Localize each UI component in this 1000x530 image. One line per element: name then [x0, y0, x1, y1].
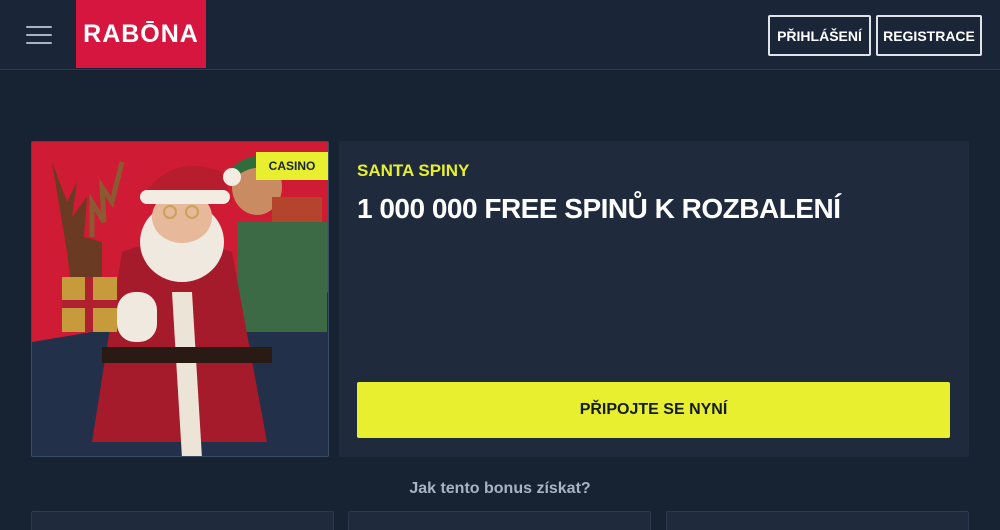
promo-panel: SANTA SPINY 1 000 000 FREE SPINŮ K ROZBA…	[339, 141, 969, 457]
step-card	[666, 511, 969, 530]
promo-illustration: CASINO	[31, 141, 329, 457]
promo-subtitle: SANTA SPINY	[357, 161, 470, 180]
hamburger-menu-icon[interactable]	[26, 24, 54, 46]
casino-badge: CASINO	[256, 152, 328, 180]
promo-title: 1 000 000 FREE SPINŮ K ROZBALENÍ	[357, 193, 841, 224]
login-button[interactable]: PŘIHLÁŠENÍ	[768, 15, 871, 56]
top-header: RABŌNA PŘIHLÁŠENÍ REGISTRACE	[0, 0, 1000, 70]
step-card	[31, 511, 334, 530]
step-card	[348, 511, 651, 530]
register-button[interactable]: REGISTRACE	[876, 15, 982, 56]
join-now-button[interactable]: PŘIPOJTE SE NYNÍ	[357, 382, 950, 438]
rabona-logo[interactable]: RABŌNA	[76, 0, 206, 68]
santa-illustration	[32, 142, 328, 456]
how-to-heading: Jak tento bonus získat?	[409, 480, 591, 497]
